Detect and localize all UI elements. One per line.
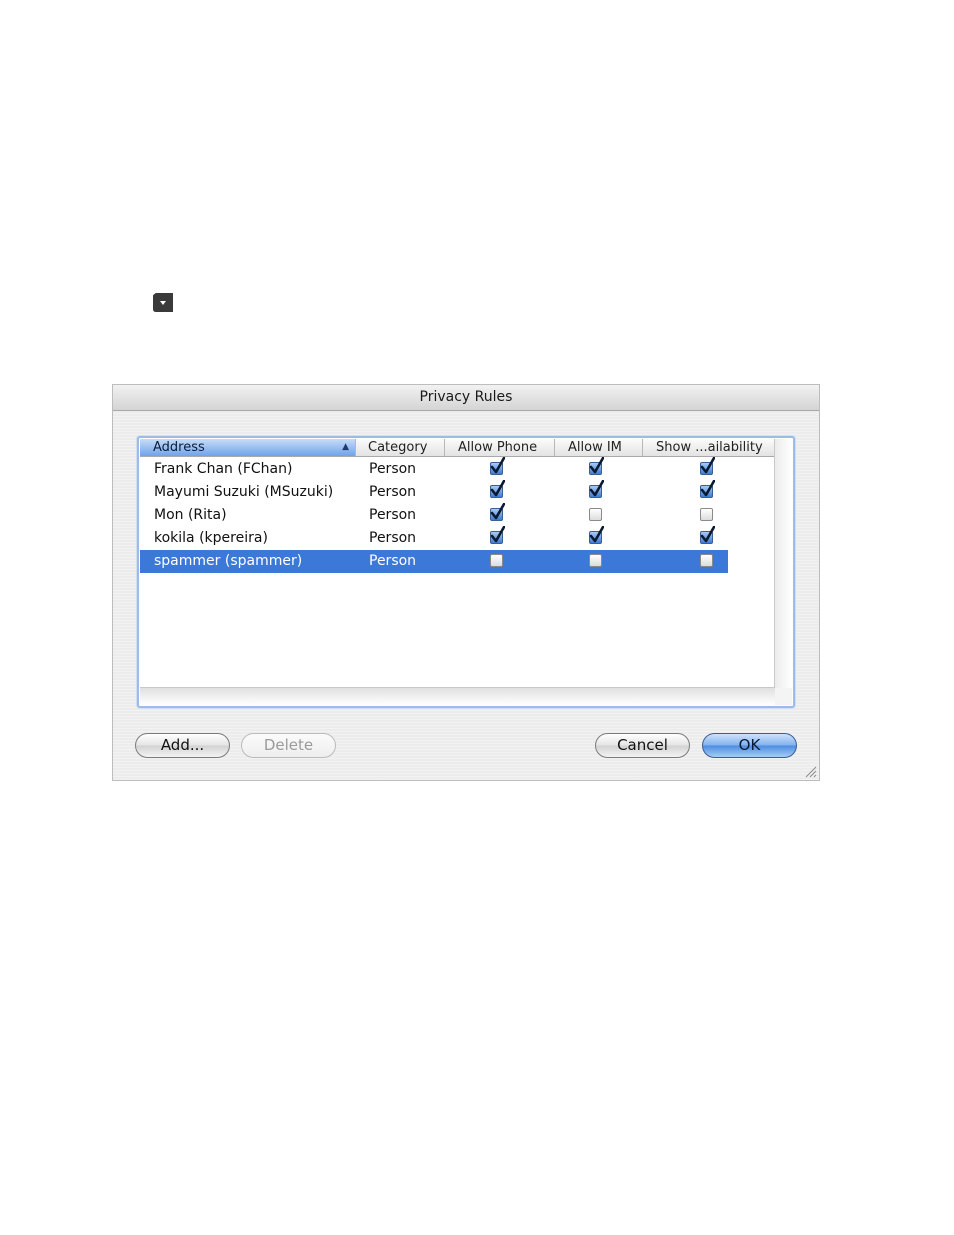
show-availability-checkbox[interactable] xyxy=(700,480,715,498)
column-header-show-availability[interactable]: Show ...ailability xyxy=(643,439,775,456)
privacy-rules-window: Privacy Rules Address ▲ Category Allow P… xyxy=(112,384,820,781)
column-header-label: Category xyxy=(368,440,428,455)
category-cell: Person xyxy=(369,461,417,477)
category-cell: Person xyxy=(369,507,417,523)
category-cell: Person xyxy=(369,484,417,500)
show-availability-checkbox[interactable] xyxy=(700,457,715,475)
show-availability-checkbox[interactable] xyxy=(700,554,713,567)
column-header-label: Allow IM xyxy=(568,440,622,455)
allow-phone-checkbox[interactable] xyxy=(490,526,505,544)
allow-im-checkbox[interactable] xyxy=(589,554,602,567)
sort-ascending-icon: ▲ xyxy=(342,442,349,452)
allow-im-checkbox[interactable] xyxy=(589,526,604,544)
table-header: Address ▲ Category Allow Phone Allow IM … xyxy=(140,439,775,457)
address-cell: Frank Chan (FChan) xyxy=(154,461,293,477)
vertical-scrollbar[interactable] xyxy=(774,439,792,688)
table-row[interactable]: Mayumi Suzuki (MSuzuki) Person xyxy=(140,480,728,504)
show-availability-checkbox[interactable] xyxy=(700,526,715,544)
column-header-category[interactable]: Category xyxy=(356,439,445,456)
column-header-label: Show ...ailability xyxy=(656,440,763,455)
address-cell: Mon (Rita) xyxy=(154,507,227,523)
add-button[interactable]: Add... xyxy=(135,733,230,758)
horizontal-scrollbar[interactable] xyxy=(140,687,775,705)
column-header-allow-phone[interactable]: Allow Phone xyxy=(445,439,555,456)
allow-phone-checkbox[interactable] xyxy=(490,457,505,475)
allow-phone-checkbox[interactable] xyxy=(490,554,503,567)
scroll-corner xyxy=(775,688,792,705)
dropdown-menu-icon[interactable] xyxy=(151,292,175,313)
privacy-rules-table: Address ▲ Category Allow Phone Allow IM … xyxy=(137,436,795,708)
address-cell: kokila (kpereira) xyxy=(154,530,268,546)
show-availability-checkbox[interactable] xyxy=(700,508,713,521)
allow-im-checkbox[interactable] xyxy=(589,457,604,475)
column-header-label: Allow Phone xyxy=(458,440,538,455)
allow-im-checkbox[interactable] xyxy=(589,508,602,521)
table-row[interactable]: kokila (kpereira) Person xyxy=(140,526,728,550)
allow-phone-checkbox[interactable] xyxy=(490,503,505,521)
table-area: Address ▲ Category Allow Phone Allow IM … xyxy=(140,439,775,688)
column-header-label: Address xyxy=(153,440,205,455)
ok-button[interactable]: OK xyxy=(702,733,797,758)
table-row[interactable]: Mon (Rita) Person xyxy=(140,503,728,527)
column-header-allow-im[interactable]: Allow IM xyxy=(555,439,643,456)
allow-im-checkbox[interactable] xyxy=(589,480,604,498)
window-title: Privacy Rules xyxy=(113,385,819,411)
address-cell: spammer (spammer) xyxy=(154,553,303,569)
cancel-button[interactable]: Cancel xyxy=(595,733,690,758)
column-header-address[interactable]: Address ▲ xyxy=(140,439,356,456)
address-cell: Mayumi Suzuki (MSuzuki) xyxy=(154,484,334,500)
category-cell: Person xyxy=(369,530,417,546)
resize-grip-icon[interactable] xyxy=(804,765,817,778)
table-row[interactable]: spammer (spammer) Person xyxy=(140,550,728,573)
category-cell: Person xyxy=(369,553,417,569)
allow-phone-checkbox[interactable] xyxy=(490,480,505,498)
table-row[interactable]: Frank Chan (FChan) Person xyxy=(140,457,728,481)
delete-button[interactable]: Delete xyxy=(241,733,336,758)
